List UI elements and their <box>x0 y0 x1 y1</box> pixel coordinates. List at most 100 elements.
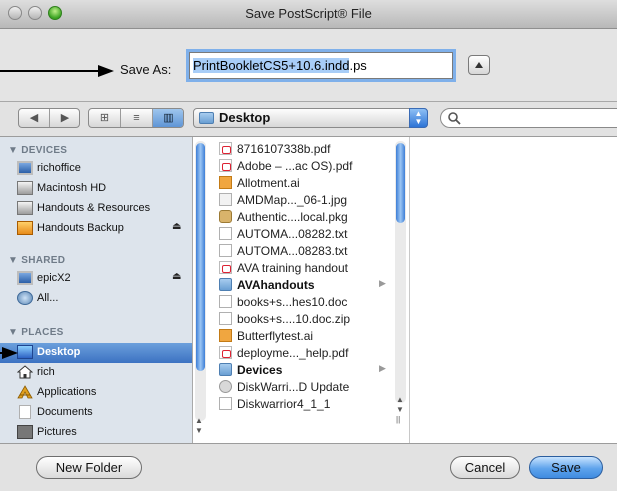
location-popup[interactable]: Desktop ▲ ▼ <box>193 108 428 128</box>
callout-arrow-head <box>2 347 18 359</box>
list-item[interactable]: AVAhandouts ▶ <box>219 277 401 293</box>
search-field[interactable] <box>440 108 617 128</box>
list-item[interactable]: Devices ▶ <box>219 362 401 378</box>
callout-arrow-line <box>0 70 100 72</box>
back-forward-control: ◀ ▶ <box>18 108 80 128</box>
list-view-button[interactable]: ≡ <box>121 109 152 127</box>
back-arrow-icon: ◀ <box>29 112 39 124</box>
pdf-file-icon <box>219 346 232 359</box>
file-name: AUTOMA...08283.txt <box>237 244 348 258</box>
icon-view-button[interactable]: ⊞ <box>89 109 120 127</box>
left-scroller-track[interactable] <box>195 141 206 421</box>
sidebar-item-documents[interactable]: Documents <box>0 403 192 423</box>
sidebar-item-handouts-backup[interactable]: Handouts Backup ⏏ <box>0 219 192 239</box>
sidebar-item-label: rich <box>37 366 55 378</box>
sidebar-item-label: Macintosh HD <box>37 182 107 194</box>
file-name: deployme..._help.pdf <box>237 346 349 360</box>
file-browser: ▼ DEVICES richoffice Macintosh HD Handou… <box>0 136 617 444</box>
eject-icon[interactable]: ⏏ <box>172 271 181 282</box>
list-item[interactable]: Diskwarrior4_1_1 <box>219 396 401 412</box>
list-item[interactable]: Authentic....local.pkg <box>219 209 401 225</box>
save-as-label: Save As: <box>120 62 172 77</box>
file-name: books+s...hes10.doc <box>237 295 348 309</box>
filename-extension-text: .ps <box>349 58 367 73</box>
sidebar: ▼ DEVICES richoffice Macintosh HD Handou… <box>0 137 193 443</box>
sidebar-item-macintosh-hd[interactable]: Macintosh HD <box>0 179 192 199</box>
list-item[interactable]: AUTOMA...08283.txt <box>219 243 401 259</box>
disclosure-chevron-icon: ▶ <box>379 278 386 288</box>
sidebar-item-all[interactable]: All... <box>0 289 192 309</box>
scroll-arrows-left[interactable]: ▲ ▼ <box>195 416 203 436</box>
list-item[interactable]: AMDMap..._06-1.jpg <box>219 192 401 208</box>
back-button[interactable]: ◀ <box>19 109 49 127</box>
sidebar-header-places: ▼ PLACES <box>8 327 64 338</box>
list-item[interactable]: AUTOMA...08282.txt <box>219 226 401 242</box>
document-file-icon <box>219 295 232 308</box>
list-item[interactable]: books+s....10.doc.zip <box>219 311 401 327</box>
sidebar-item-epicx2[interactable]: epicX2 ⏏ <box>0 269 192 289</box>
pictures-icon <box>17 425 33 439</box>
illustrator-file-icon <box>219 329 232 342</box>
list-item[interactable]: Adobe – ...ac OS).pdf <box>219 158 401 174</box>
icon-view-icon: ⊞ <box>99 112 110 124</box>
list-item[interactable]: Butterflytest.ai <box>219 328 401 344</box>
window-title: Save PostScript® File <box>245 6 372 21</box>
zip-file-icon <box>219 312 232 325</box>
monitor-icon <box>17 161 33 175</box>
file-column: ▲ ▼ ▲ ▼ || 8716107338b.pdf Adobe – ...ac OS… <box>193 137 410 443</box>
applications-icon <box>17 385 33 399</box>
forward-button[interactable]: ▶ <box>50 109 79 127</box>
sidebar-item-richoffice[interactable]: richoffice <box>0 159 192 179</box>
desktop-icon <box>17 345 33 359</box>
sidebar-item-label: All... <box>37 292 59 304</box>
expand-dialog-button[interactable] <box>468 55 490 75</box>
sidebar-item-pictures[interactable]: Pictures <box>0 423 192 443</box>
search-input[interactable] <box>463 110 617 127</box>
illustrator-file-icon <box>219 176 232 189</box>
text-file-icon <box>219 244 232 257</box>
file-name: AVA training handout <box>237 261 348 275</box>
external-disk-icon <box>17 221 33 235</box>
new-folder-button[interactable]: New Folder <box>36 456 142 479</box>
file-name: Butterflytest.ai <box>237 329 314 343</box>
file-name: Allotment.ai <box>237 176 300 190</box>
eject-icon[interactable]: ⏏ <box>172 221 181 232</box>
sidebar-item-label: Pictures <box>37 426 77 438</box>
home-icon <box>17 365 33 379</box>
cancel-button[interactable]: Cancel <box>450 456 520 479</box>
document-file-icon <box>219 397 232 410</box>
monitor-icon <box>17 271 33 285</box>
list-item[interactable]: 8716107338b.pdf <box>219 141 401 157</box>
list-item[interactable]: AVA training handout <box>219 260 401 276</box>
left-scroller-thumb[interactable] <box>196 143 205 371</box>
hard-disk-icon <box>17 201 33 215</box>
folder-icon <box>219 363 232 376</box>
popup-stepper-icon: ▲ ▼ <box>409 108 428 128</box>
file-name: DiskWarri...D Update <box>237 380 350 394</box>
title-bar[interactable]: Save PostScript® File <box>0 0 617 29</box>
sidebar-item-desktop[interactable]: Desktop <box>0 343 192 363</box>
sidebar-item-label: Documents <box>37 406 93 418</box>
file-name: Devices <box>237 363 283 377</box>
pdf-file-icon <box>219 261 232 274</box>
filename-selected-text: PrintBookletCS5+10.6.indd <box>193 58 350 73</box>
column-view-button[interactable]: ▥ <box>153 109 183 127</box>
sidebar-item-label: Desktop <box>37 346 81 358</box>
documents-icon <box>19 405 31 419</box>
save-as-filename-input[interactable]: PrintBookletCS5+10.6.indd.ps <box>189 52 453 79</box>
list-item[interactable]: books+s...hes10.doc <box>219 294 401 310</box>
sidebar-item-handouts-resources[interactable]: Handouts & Resources <box>0 199 192 219</box>
sidebar-item-rich[interactable]: rich <box>0 363 192 383</box>
list-item[interactable]: DiskWarri...D Update <box>219 379 401 395</box>
pdf-file-icon <box>219 142 232 155</box>
file-name: AUTOMA...08282.txt <box>237 227 348 241</box>
sidebar-item-label: epicX2 <box>37 272 71 284</box>
file-name: AVAhandouts <box>237 278 315 292</box>
list-item[interactable]: Allotment.ai <box>219 175 401 191</box>
sidebar-item-applications[interactable]: Applications <box>0 383 192 403</box>
triangle-up-icon <box>475 62 483 68</box>
save-button[interactable]: Save <box>529 456 603 479</box>
sidebar-item-label: Handouts & Resources <box>37 202 151 214</box>
list-item[interactable]: deployme..._help.pdf <box>219 345 401 361</box>
disclosure-chevron-icon: ▶ <box>379 363 386 373</box>
